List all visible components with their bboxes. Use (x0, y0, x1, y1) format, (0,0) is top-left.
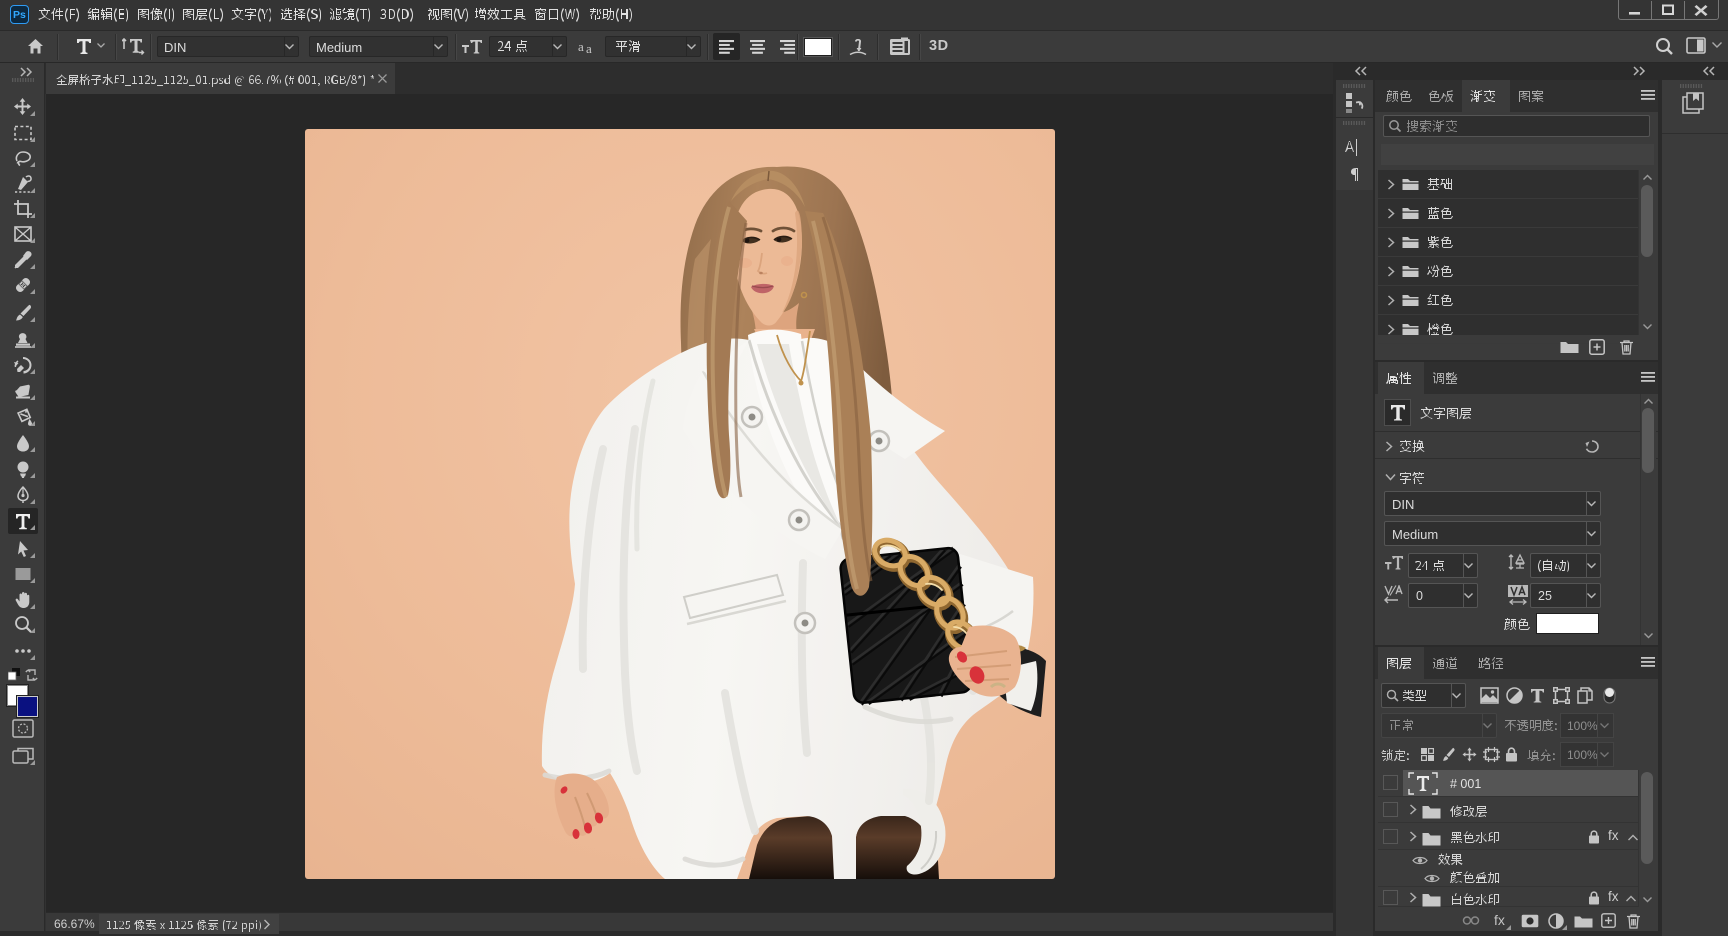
svg-text:a: a (586, 41, 592, 54)
svg-text:a: a (578, 40, 584, 54)
